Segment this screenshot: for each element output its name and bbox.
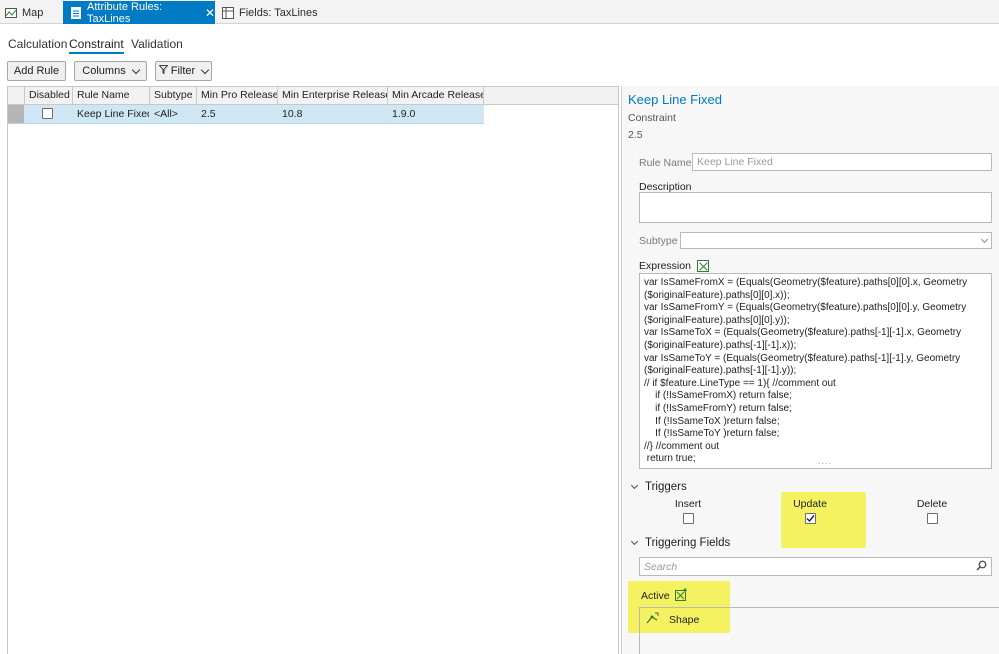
row-header-corner (8, 87, 25, 104)
chevron-down-icon (630, 481, 639, 490)
rule-name-cell: Keep Line Fixed (73, 105, 150, 123)
expression-label: Expression (639, 260, 691, 272)
add-field-icon[interactable] (674, 588, 688, 604)
column-header-min-arcade-release[interactable]: Min Arcade Release (388, 87, 484, 104)
checkmark-icon (806, 515, 815, 523)
document-tab-strip: Map Attribute Rules: TaxLines ✕ Fields: … (0, 0, 999, 25)
chevron-down-icon (980, 235, 989, 243)
table-row[interactable]: Keep Line Fixed <All> 2.5 10.8 1.9.0 (8, 105, 484, 124)
column-header-min-pro-release[interactable]: Min Pro Release (197, 87, 278, 104)
field-search-input[interactable]: Search (639, 557, 992, 576)
tab-attribute-rules[interactable]: Attribute Rules: TaxLines ✕ (63, 0, 215, 25)
search-placeholder: Search (644, 560, 678, 573)
rule-name-value: Keep Line Fixed (697, 156, 773, 168)
resize-grip-icon[interactable]: .... (818, 456, 832, 466)
update-trigger[interactable]: Update (780, 498, 840, 524)
columns-label: Columns (82, 65, 126, 77)
triggers-label: Triggers (645, 481, 687, 493)
tab-map[interactable]: Map (5, 2, 43, 24)
fields-table-icon (222, 7, 234, 19)
column-header-min-enterprise-release[interactable]: Min Enterprise Release (278, 87, 388, 104)
rule-name-field: Keep Line Fixed (692, 153, 992, 171)
tab-calculation[interactable]: Calculation (8, 37, 67, 51)
update-label: Update (793, 498, 827, 510)
search-icon[interactable] (976, 560, 987, 574)
map-icon (5, 7, 17, 19)
tab-label: Map (22, 7, 44, 19)
update-checkbox[interactable] (804, 513, 816, 524)
rule-type: Constraint (628, 112, 676, 124)
chevron-down-icon (630, 537, 639, 546)
rule-details-panel: Keep Line Fixed Constraint 2.5 Rule Name… (621, 86, 999, 654)
filter-label: Filter (170, 65, 196, 77)
column-header-subtype[interactable]: Subtype (150, 87, 197, 104)
disabled-checkbox[interactable] (42, 108, 53, 119)
shape-field-label: Shape (669, 614, 700, 626)
active-header: Active (641, 588, 688, 604)
column-header-disabled[interactable]: Disabled (25, 87, 73, 104)
rule-title: Keep Line Fixed (628, 92, 722, 107)
chevron-down-icon (131, 65, 140, 74)
shape-field-icon (646, 612, 659, 628)
tab-fields[interactable]: Fields: TaxLines (222, 2, 318, 24)
table-header: Disabled Rule Name Subtype Min Pro Relea… (8, 87, 618, 105)
subtype-label: Subtype (639, 235, 678, 247)
insert-label: Insert (674, 498, 702, 510)
insert-checkbox[interactable] (682, 513, 694, 524)
tab-validation[interactable]: Validation (131, 37, 183, 51)
add-rule-label: Add Rule (13, 65, 60, 77)
active-label: Active (641, 590, 670, 602)
subtype-cell: <All> (150, 105, 197, 123)
tab-label: Fields: TaxLines (239, 7, 318, 19)
filter-dropdown[interactable]: Filter (155, 61, 212, 81)
subtype-select[interactable] (680, 232, 992, 249)
add-rule-button[interactable]: Add Rule (7, 61, 66, 81)
description-field[interactable] (639, 192, 992, 223)
triggering-fields-label: Triggering Fields (645, 537, 731, 549)
rule-version: 2.5 (628, 129, 643, 141)
disabled-cell (25, 105, 73, 123)
filter-icon (158, 65, 169, 77)
close-icon[interactable]: ✕ (205, 6, 215, 20)
triggering-fields-section-header[interactable]: Triggering Fields (630, 537, 731, 549)
min-enterprise-cell: 10.8 (278, 105, 388, 123)
attribute-rules-icon (70, 6, 82, 19)
tab-constraint[interactable]: Constraint (69, 37, 124, 54)
row-selector[interactable] (8, 105, 24, 123)
list-item[interactable]: Shape (644, 612, 699, 628)
arcade-expression-builder-icon[interactable] (696, 260, 709, 272)
active-fields-list: Shape (639, 607, 999, 654)
expression-code: var IsSameFromX = (Equals(Geometry($feat… (644, 277, 968, 465)
chevron-down-icon (200, 65, 210, 74)
insert-trigger[interactable]: Insert (658, 498, 718, 524)
expression-editor[interactable]: var IsSameFromX = (Equals(Geometry($feat… (639, 273, 992, 469)
column-header-rule-name[interactable]: Rule Name (73, 87, 150, 104)
delete-label: Delete (916, 498, 948, 510)
tab-label: Attribute Rules: TaxLines (87, 0, 163, 25)
triggers-section-header[interactable]: Triggers (630, 481, 687, 493)
min-pro-cell: 2.5 (197, 105, 278, 123)
delete-trigger[interactable]: Delete (902, 498, 962, 524)
delete-checkbox[interactable] (926, 513, 938, 524)
rules-table: Disabled Rule Name Subtype Min Pro Relea… (7, 86, 619, 654)
columns-dropdown[interactable]: Columns (74, 61, 147, 81)
min-arcade-cell: 1.9.0 (388, 105, 484, 123)
rule-name-label: Rule Name (639, 157, 692, 169)
expression-header: Expression (639, 260, 709, 272)
